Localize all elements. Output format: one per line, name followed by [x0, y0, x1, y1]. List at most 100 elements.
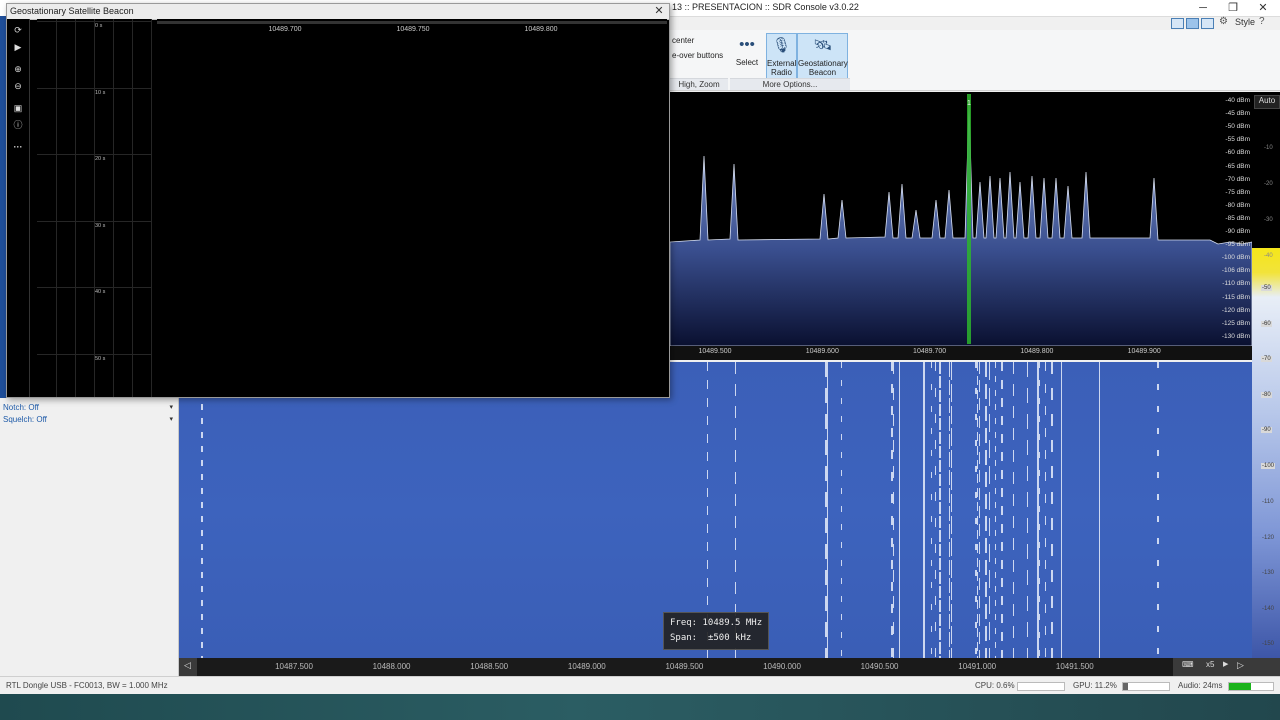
info-icon[interactable]: ⓘ — [11, 118, 25, 132]
waterfall-signal-line — [841, 362, 842, 658]
geostationary-beacon-button[interactable]: 🛰 Geostationary Beacon — [797, 33, 848, 79]
beacon-title-bar[interactable]: Geostationary Satellite Beacon ✕ — [7, 4, 669, 20]
waterfall-signal-line — [1001, 362, 1003, 658]
dbm-label: -125 dBm — [1221, 319, 1250, 327]
spectrum-axis-tick: 10489.500 — [698, 348, 732, 355]
waterfall-signal-line — [1051, 362, 1053, 658]
ribbon-quick-toolbar: ⚙ Style ? — [1165, 16, 1280, 30]
right-scale-tick: -30 — [1264, 217, 1273, 223]
beacon-close-button[interactable]: ✕ — [652, 4, 666, 17]
layout-icon[interactable] — [1171, 18, 1184, 29]
close-button[interactable]: ✕ — [1248, 0, 1278, 16]
taskbar — [0, 694, 1280, 720]
ribbon-center-text[interactable]: center — [672, 36, 694, 45]
refresh-icon[interactable]: ⟳ — [11, 23, 25, 37]
audio-meter — [1228, 682, 1274, 691]
notch-setting[interactable]: Notch: Off — [3, 403, 39, 412]
frequency-axis-tick: 10490.500 — [860, 662, 899, 671]
zoom-out-icon[interactable]: ⊖ — [11, 79, 25, 93]
beacon-time-grid: 0 s 10 s 20 s 30 s 40 s 50 s — [37, 19, 152, 397]
external-radio-button[interactable]: 🎙 External Radio — [766, 33, 797, 79]
frequency-axis-tick: 10489.000 — [567, 662, 606, 671]
waterfall-scale-tick: -150 — [1262, 641, 1275, 647]
waterfall-scale-label: -80 — [1261, 391, 1272, 398]
grid-line — [75, 19, 76, 397]
beacon-toolbar: ⟳ ▶ ⊕ ⊖ ▣ ⓘ ··· — [7, 19, 30, 397]
waterfall-signal-line — [201, 362, 203, 658]
waterfall-color-scale[interactable]: -50 -60 -70 -80 -90 -100 — [1252, 248, 1280, 658]
frequency-axis-tick: 10490.000 — [763, 662, 801, 671]
right-scale-tick: -40 — [1264, 253, 1273, 259]
spectrum-axis-tick: 10489.700 — [913, 348, 947, 355]
chevron-down-icon[interactable]: ▾ — [169, 403, 173, 411]
waterfall-signal-line — [951, 362, 952, 658]
chevron-right-icon[interactable]: ▶ — [1223, 660, 1228, 668]
frequency-ruler[interactable]: 10487.500 10488.000 10488.500 10489.000 1048… — [197, 658, 1173, 676]
vfo-marker[interactable] — [967, 94, 971, 344]
keyboard-icon[interactable]: ⌨ — [1182, 660, 1194, 669]
dbm-label: -100 dBm — [1221, 254, 1250, 262]
gear-icon[interactable]: ⚙ — [1219, 16, 1228, 27]
satellite-icon: 🛰 — [812, 37, 833, 54]
waterfall-signal-line — [1045, 362, 1046, 658]
dbm-label: -75 dBm — [1225, 188, 1250, 196]
spectrum-frequency-axis: 10489.500 10489.600 10489.700 10489.800 1048… — [670, 346, 1252, 360]
beacon-window: Geostationary Satellite Beacon ✕ ⟳ ▶ ⊕ ⊖… — [6, 3, 670, 398]
dbm-label: -60 dBm — [1225, 149, 1250, 157]
beacon-plot[interactable]: 10489.700 10489.750 10489.800 — [157, 19, 667, 397]
dbm-label: -80 dBm — [1225, 201, 1250, 209]
waterfall-scale-label: -90 — [1261, 427, 1272, 433]
more-options-link[interactable]: More Options... — [730, 78, 850, 90]
frequency-axis-tick: 10488.000 — [372, 662, 411, 671]
minimize-button[interactable]: ─ — [1188, 0, 1218, 16]
grid-line — [94, 19, 95, 397]
help-icon[interactable]: ? — [1259, 16, 1265, 27]
more-icon[interactable]: ··· — [11, 140, 25, 154]
grid-line — [37, 154, 151, 155]
time-label: 20 s — [95, 156, 106, 162]
grid-line — [37, 87, 151, 89]
dbm-label: -120 dBm — [1221, 306, 1250, 314]
style-menu[interactable]: Style — [1235, 17, 1255, 27]
waterfall-signal-line — [989, 362, 990, 658]
waterfall-scale-label: -100 — [1261, 462, 1276, 469]
waterfall-signal-line — [1013, 362, 1014, 658]
waterfall-scale-label: -50 — [1261, 285, 1272, 291]
layout-icon[interactable] — [1201, 18, 1214, 29]
zoom-level[interactable]: x5 — [1206, 660, 1214, 669]
auto-scale-button[interactable]: Auto — [1254, 95, 1280, 109]
dbm-label: -45 dBm — [1225, 110, 1250, 118]
waterfall-signal-line — [1099, 362, 1100, 658]
chevron-down-icon[interactable]: ▾ — [169, 415, 173, 423]
span-label: Span: — [670, 633, 698, 643]
play-icon[interactable]: ▶ — [11, 40, 25, 54]
scroll-right-icon[interactable]: ▷ — [1237, 660, 1244, 671]
select-button[interactable]: ••• Select — [732, 33, 762, 77]
maximize-button[interactable]: ❐ — [1218, 0, 1248, 16]
waterfall-signal-line — [939, 362, 941, 658]
layout-icon[interactable] — [1186, 18, 1199, 29]
time-label: 30 s — [95, 222, 106, 229]
zoom-in-icon[interactable]: ⊕ — [11, 62, 25, 76]
dbm-label: -110 dBm — [1222, 280, 1250, 288]
ribbon: center e-over buttons High, Zoom ••• Sel… — [670, 30, 1280, 91]
external-radio-label-2: Radio — [771, 68, 792, 77]
ribbon-pushover-text[interactable]: e-over buttons — [672, 51, 723, 60]
dbm-label: -130 dBm — [1221, 332, 1250, 340]
window-title: 13 :: PRESENTACION :: SDR Console v3.0.2… — [672, 2, 859, 12]
squelch-setting[interactable]: Squelch: Off — [3, 415, 47, 424]
gpu-meter — [1122, 682, 1170, 691]
waterfall-scale-tick: -110 — [1262, 499, 1274, 505]
scroll-left-icon[interactable]: ◁ — [184, 660, 191, 671]
save-icon[interactable]: ▣ — [11, 101, 25, 115]
waterfall-signal-line — [979, 362, 980, 658]
geo-beacon-label-1: Geostationary — [798, 59, 848, 68]
dbm-label: -50 dBm — [1225, 123, 1250, 131]
dbm-label: -70 dBm — [1225, 175, 1250, 183]
waterfall-signal-line — [827, 362, 828, 658]
dbm-label: -55 dBm — [1225, 136, 1250, 144]
grid-line — [37, 353, 151, 355]
waterfall-scale-label: -60 — [1261, 320, 1272, 327]
spectrum-display[interactable]: 1 -40 dBm -45 dBm -50 dBm -55 dBm -60 dBm -65… — [670, 92, 1252, 346]
frequency-axis-tick: 10488.500 — [470, 662, 509, 671]
